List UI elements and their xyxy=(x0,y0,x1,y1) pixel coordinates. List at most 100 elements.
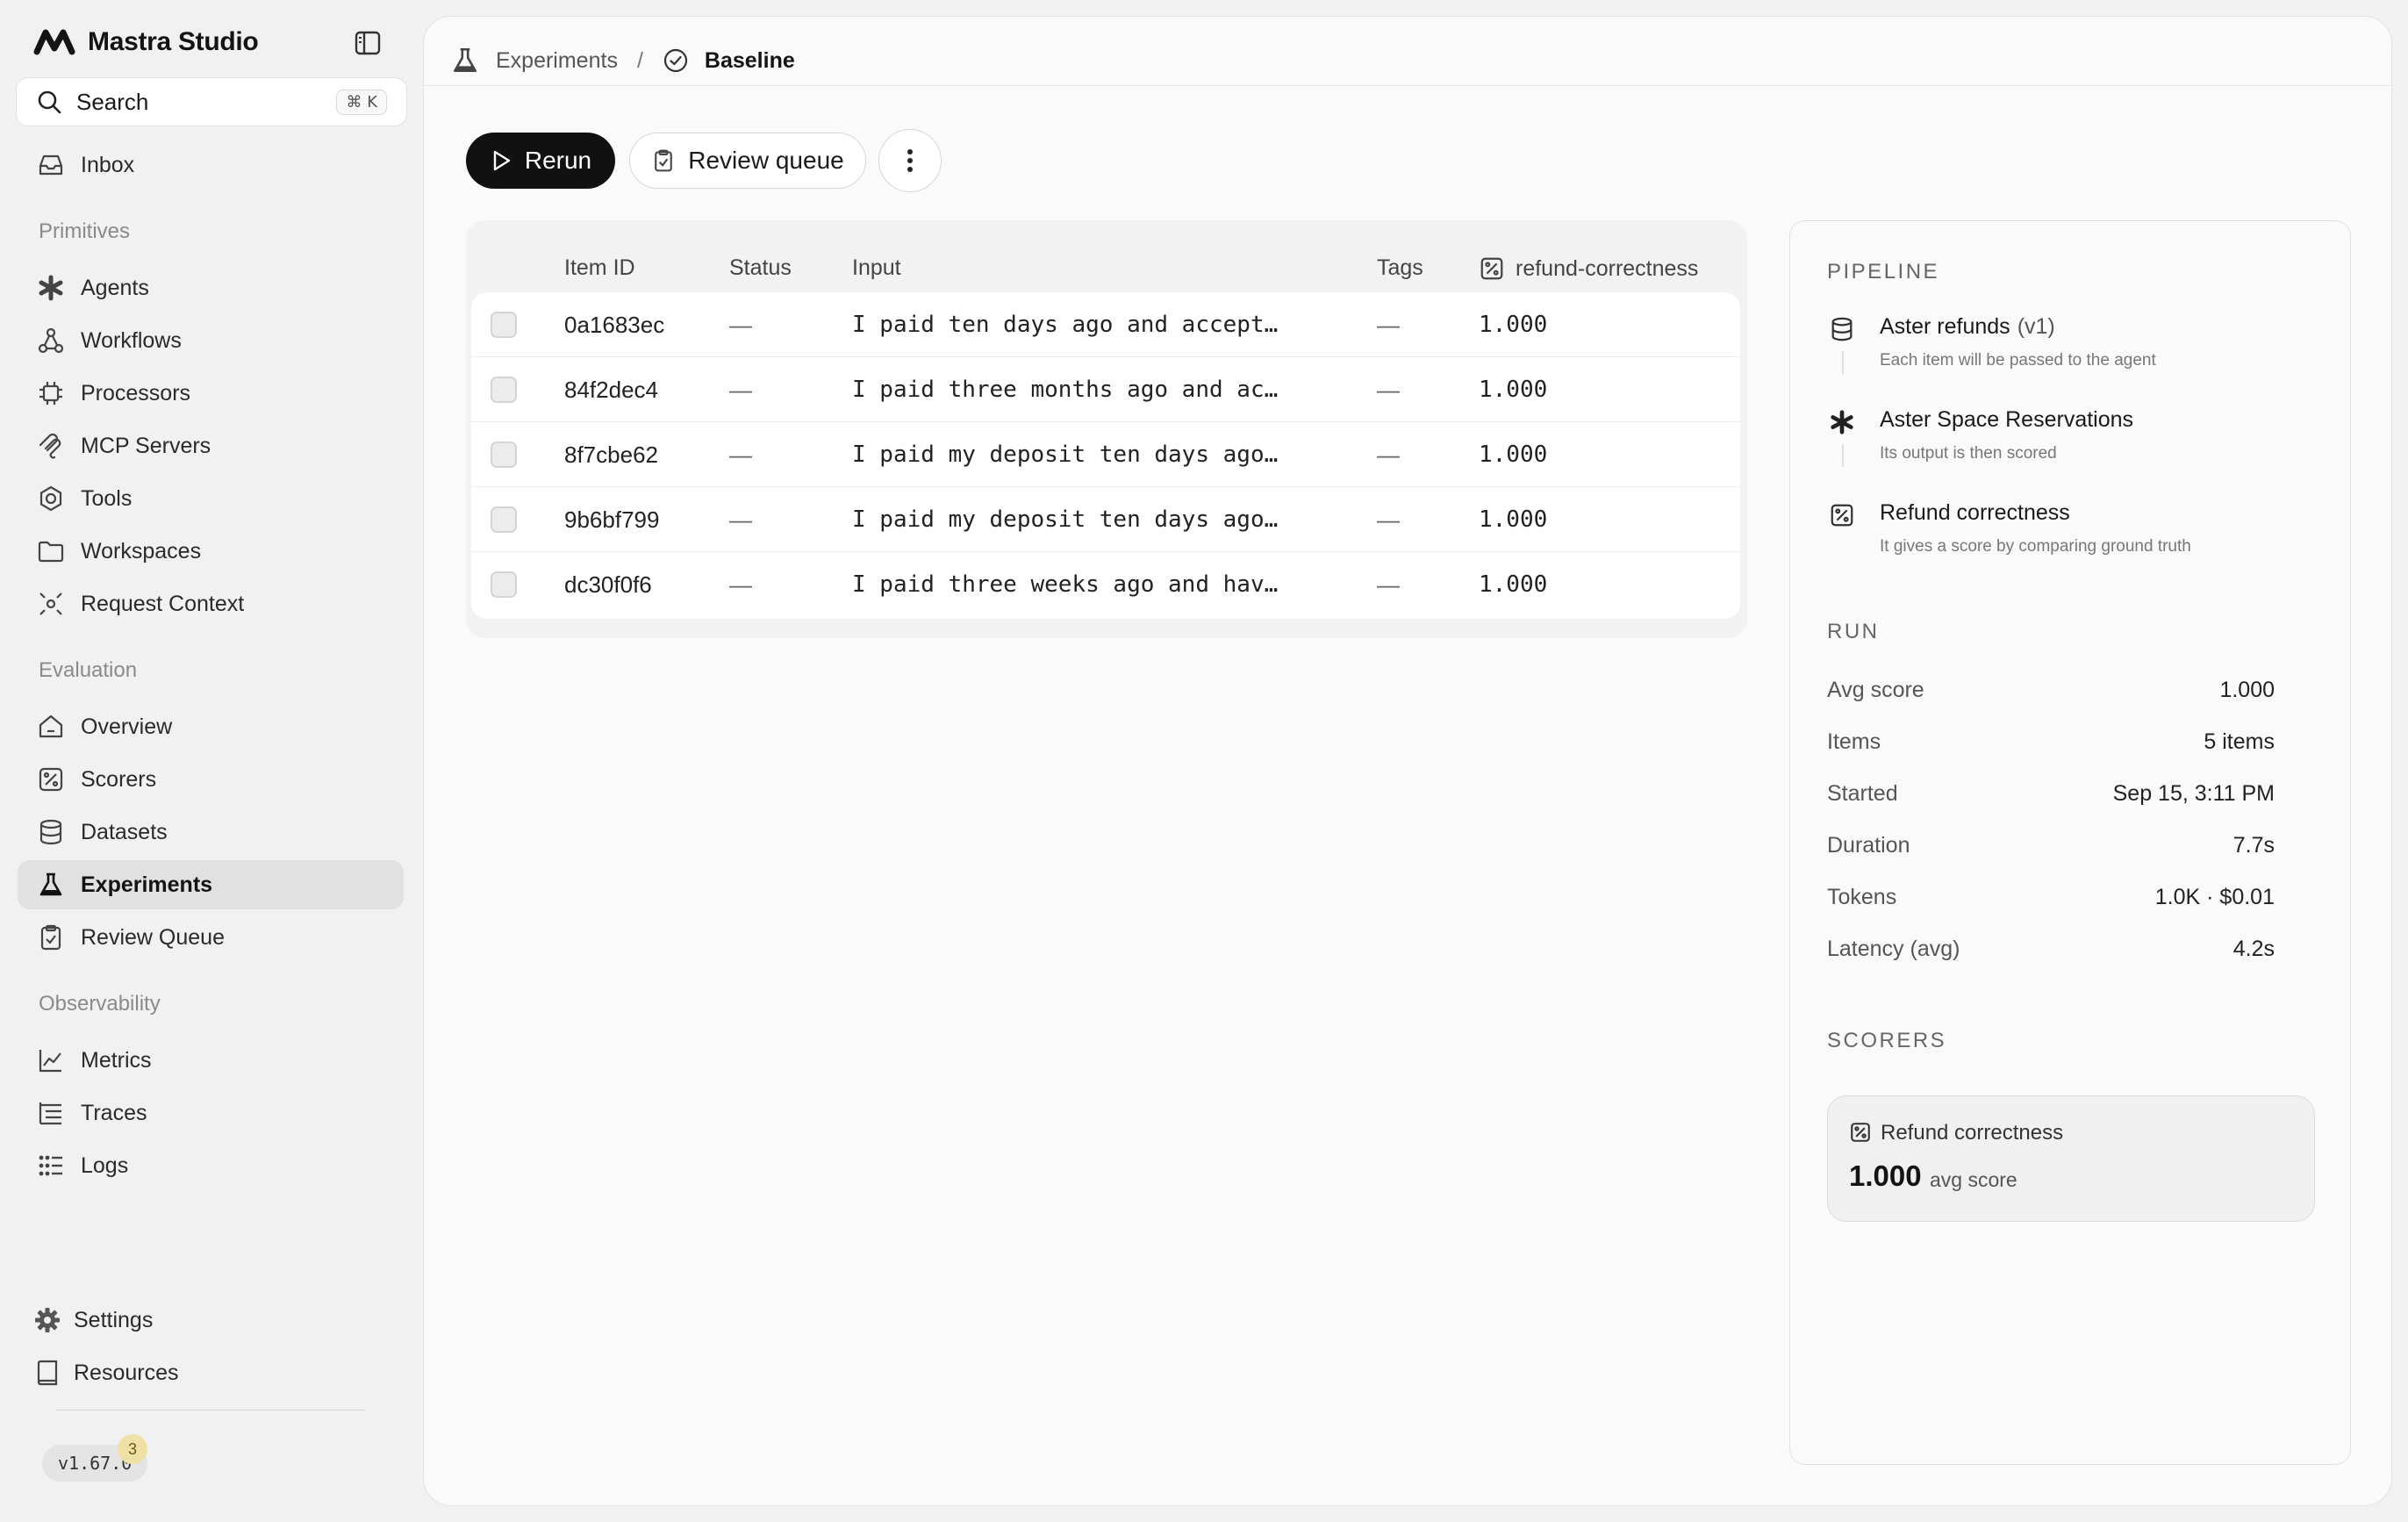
cell-item-id: 8f7cbe62 xyxy=(564,441,658,468)
experiment-details-panel: PIPELINE Aster refunds (v1) Each item wil… xyxy=(1789,220,2351,1465)
book-icon xyxy=(33,1359,61,1387)
more-actions-button[interactable] xyxy=(878,129,942,192)
table-row[interactable]: 84f2dec4 — I paid three months ago and a… xyxy=(471,357,1740,422)
pipeline-step-title: Refund correctness xyxy=(1880,500,2070,525)
scorer-icon xyxy=(1849,1121,1872,1144)
cell-input: I paid three weeks ago and hav… xyxy=(852,571,1279,598)
row-checkbox[interactable] xyxy=(491,571,517,598)
flask-icon xyxy=(450,46,480,75)
table-row[interactable]: dc30f0f6 — I paid three weeks ago and ha… xyxy=(471,552,1740,617)
stat-value: 5 items xyxy=(2204,729,2275,754)
cell-item-id: 0a1683ec xyxy=(564,311,665,338)
sidebar-item-label: MCP Servers xyxy=(81,433,211,458)
traces-icon xyxy=(37,1099,65,1127)
rerun-button[interactable]: Rerun xyxy=(466,133,615,189)
run-stat-tokens: Tokens 1.0K · $0.01 xyxy=(1827,879,2275,915)
request-context-icon xyxy=(37,590,65,618)
column-header-refund-correctness[interactable]: refund-correctness xyxy=(1479,255,1698,282)
row-checkbox[interactable] xyxy=(491,442,517,468)
sidebar-item-scorers[interactable]: Scorers xyxy=(18,755,404,804)
table-row[interactable]: 0a1683ec — I paid ten days ago and accep… xyxy=(471,292,1740,357)
sidebar-item-inbox[interactable]: Inbox xyxy=(18,140,404,190)
cell-tags: — xyxy=(1377,571,1400,598)
pipeline-step-title: Aster refunds (v1) xyxy=(1880,314,2055,339)
column-header-item-id[interactable]: Item ID xyxy=(564,255,635,281)
check-circle-icon xyxy=(663,47,689,74)
sidebar-item-label: Scorers xyxy=(81,766,157,792)
section-label-evaluation: Evaluation xyxy=(39,658,138,682)
run-stat-avg-score: Avg score 1.000 xyxy=(1827,672,2275,707)
cell-item-id: 9b6bf799 xyxy=(564,506,660,533)
run-stat-items: Items 5 items xyxy=(1827,724,2275,759)
scorer-card[interactable]: Refund correctness 1.000 avg score xyxy=(1827,1095,2315,1222)
sidebar-item-label: Experiments xyxy=(81,872,213,897)
more-vertical-icon xyxy=(906,148,914,173)
column-header-input[interactable]: Input xyxy=(852,255,901,281)
pipeline-step-dataset[interactable]: Aster refunds (v1) Each item will be pass… xyxy=(1827,314,2318,374)
sidebar-item-agents[interactable]: Agents xyxy=(18,263,404,312)
row-checkbox[interactable] xyxy=(491,312,517,338)
sidebar-item-processors[interactable]: Processors xyxy=(18,369,404,418)
collapse-sidebar-button[interactable] xyxy=(351,26,384,60)
breadcrumb-separator: / xyxy=(636,47,643,73)
sidebar-item-request-context[interactable]: Request Context xyxy=(18,579,404,628)
cell-status: — xyxy=(729,376,752,403)
sidebar-item-workspaces[interactable]: Workspaces xyxy=(18,527,404,576)
cell-tags: — xyxy=(1377,441,1400,468)
folder-icon xyxy=(37,537,65,565)
cell-item-id: 84f2dec4 xyxy=(564,376,658,403)
row-checkbox[interactable] xyxy=(491,506,517,533)
brand[interactable]: Mastra Studio xyxy=(33,25,259,60)
sidebar-item-mcp-servers[interactable]: MCP Servers xyxy=(18,421,404,470)
row-checkbox[interactable] xyxy=(491,377,517,403)
section-label-primitives: Primitives xyxy=(39,219,131,243)
scorer-name: Refund correctness xyxy=(1881,1121,2064,1145)
table-row[interactable]: 9b6bf799 — I paid my deposit ten days ag… xyxy=(471,487,1740,552)
sidebar-item-settings[interactable]: Settings xyxy=(18,1296,404,1345)
sidebar-item-experiments[interactable]: Experiments xyxy=(18,860,404,909)
run-stat-started: Started Sep 15, 3:11 PM xyxy=(1827,776,2275,811)
column-header-status[interactable]: Status xyxy=(729,255,792,281)
column-header-tags[interactable]: Tags xyxy=(1377,255,1423,281)
sidebar-item-review-queue[interactable]: Review Queue xyxy=(18,913,404,962)
cell-status: — xyxy=(729,441,752,468)
inbox-icon xyxy=(37,151,65,179)
pipeline-step-subtitle: Its output is then scored xyxy=(1880,444,2057,463)
cell-status: — xyxy=(729,311,752,338)
breadcrumb-current: Baseline xyxy=(704,47,795,73)
home-icon xyxy=(37,713,65,741)
pipeline-step-subtitle: Each item will be passed to the agent xyxy=(1880,351,2156,370)
sidebar-item-workflows[interactable]: Workflows xyxy=(18,316,404,365)
table-row[interactable]: 8f7cbe62 — I paid my deposit ten days ag… xyxy=(471,422,1740,487)
sidebar-item-logs[interactable]: Logs xyxy=(18,1141,404,1190)
header-divider xyxy=(424,85,2391,86)
sidebar-item-resources[interactable]: Resources xyxy=(18,1348,404,1397)
search-input[interactable]: Search ⌘ K xyxy=(16,77,407,126)
scorer-icon xyxy=(1827,500,1857,530)
sidebar-item-label: Resources xyxy=(74,1360,179,1385)
sidebar-item-overview[interactable]: Overview xyxy=(18,702,404,751)
sidebar-item-label: Logs xyxy=(81,1152,129,1178)
sidebar-item-datasets[interactable]: Datasets xyxy=(18,808,404,857)
stat-label: Started xyxy=(1827,780,1898,806)
cell-status: — xyxy=(729,571,752,598)
search-label: Search xyxy=(76,88,149,115)
pipeline-connector xyxy=(1842,351,1844,374)
app-name: Mastra Studio xyxy=(88,27,259,56)
stat-label: Avg score xyxy=(1827,677,1924,702)
line-chart-icon xyxy=(37,1046,65,1074)
sidebar-item-metrics[interactable]: Metrics xyxy=(18,1036,404,1085)
sidebar-item-label: Settings xyxy=(74,1307,154,1332)
clipboard-check-icon xyxy=(37,923,65,951)
scorer-score-unit: avg score xyxy=(1930,1168,2017,1191)
agent-icon xyxy=(1827,407,1857,437)
sidebar-item-tools[interactable]: Tools xyxy=(18,474,404,523)
review-queue-button[interactable]: Review queue xyxy=(629,133,866,189)
sidebar-item-label: Processors xyxy=(81,380,191,406)
table-body: 0a1683ec — I paid ten days ago and accep… xyxy=(471,292,1740,619)
pipeline-step-scorer[interactable]: Refund correctness It gives a score by c… xyxy=(1827,500,2318,560)
sidebar-item-traces[interactable]: Traces xyxy=(18,1088,404,1138)
breadcrumb-experiments-link[interactable]: Experiments xyxy=(496,48,618,74)
pipeline-step-agent[interactable]: Aster Space Reservations Its output is t… xyxy=(1827,407,2318,467)
sidebar-divider xyxy=(56,1410,365,1411)
